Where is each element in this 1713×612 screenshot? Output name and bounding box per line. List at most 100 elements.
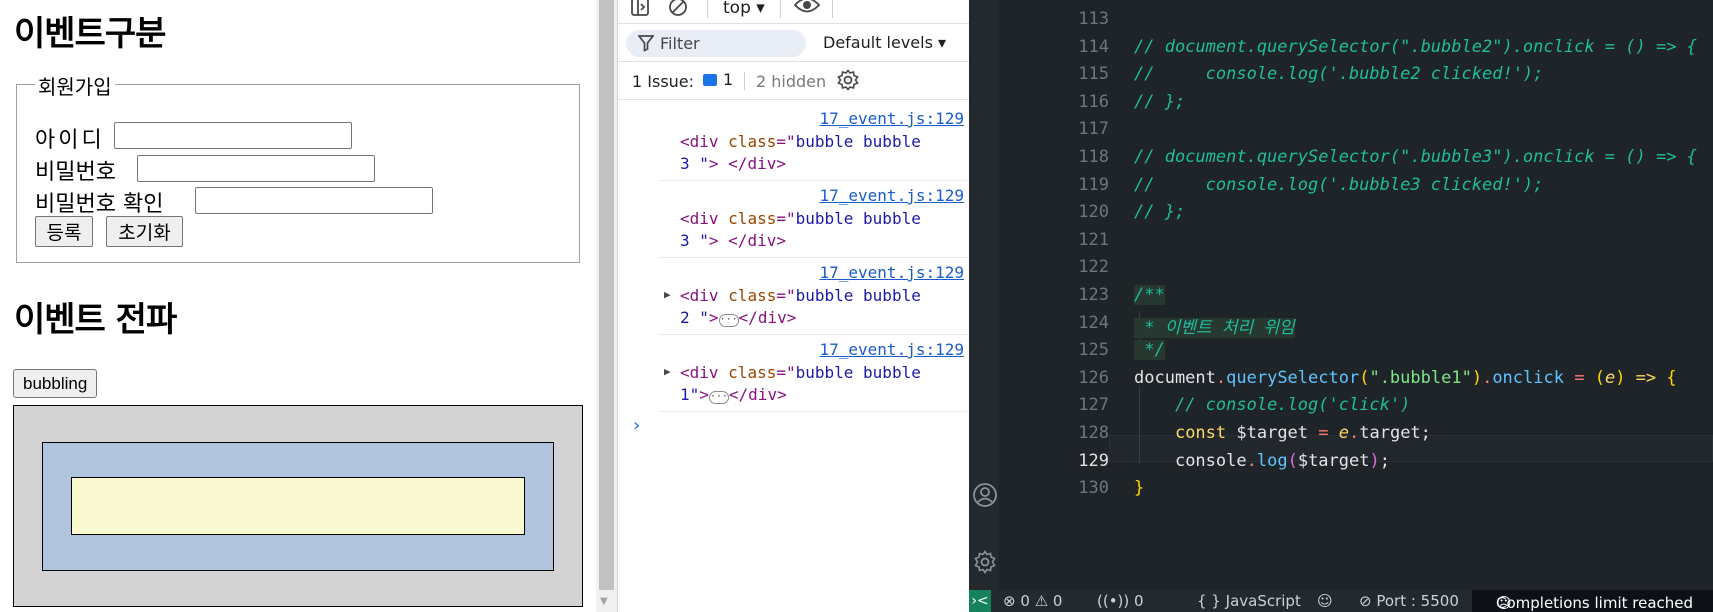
filter-icon [637, 34, 655, 56]
sidebar-toggle-icon[interactable] [630, 0, 650, 22]
ellipsis-icon[interactable]: ··· [708, 391, 729, 404]
password-confirm-label: 비밀번호 확인 [35, 192, 164, 217]
code-line[interactable]: // document.querySelector(".bubble2").on… [1134, 37, 1697, 57]
status-bar: ›< ⊗ 0 ⚠ 0 ((•)) 0 { } JavaScript ☺ ⊘ Po… [969, 590, 1713, 612]
log-element-line[interactable]: <div class="bubble bubble [680, 132, 921, 151]
bubble3-box[interactable] [71, 477, 525, 535]
live-server-port[interactable]: ⊘ Port : 5500 [1359, 592, 1459, 610]
log-element-line[interactable]: 2 ">···</div> [680, 308, 796, 327]
devtools-console: top ▾ Default levels ▾ 1 Issue: 1 2 hidd… [617, 0, 969, 612]
source-link[interactable]: 17_event.js:129 [820, 186, 965, 205]
expand-triangle-icon[interactable]: ▶ [664, 365, 671, 378]
remote-indicator[interactable]: ›< [969, 590, 991, 612]
issues-count-button[interactable]: 1 [703, 70, 733, 89]
issues-bar: 1 Issue: 1 2 hidden [618, 62, 969, 100]
manage-gear-icon[interactable] [973, 550, 996, 574]
code-line[interactable]: * 이벤트 처리 위임 [1134, 313, 1295, 338]
source-link[interactable]: 17_event.js:129 [820, 340, 965, 359]
console-log-entry: 17_event.js:129 <div class="bubble bubble… [658, 104, 969, 181]
code-line[interactable]: // }; [1134, 202, 1185, 222]
line-number: 115 [1078, 64, 1109, 85]
browser-page: 이벤트구분 회원가입 아이디 비밀번호 비밀번호 확인 등록 초기화 이벤트 전… [0, 0, 596, 612]
line-number: 129 [1078, 450, 1109, 471]
log-element-line[interactable]: <div class="bubble bubble [680, 209, 921, 228]
events-heading: 이벤트구분 [14, 14, 166, 54]
code-line[interactable]: const $target = e.target; [1134, 423, 1431, 443]
filter-box[interactable] [626, 30, 806, 57]
line-number: 128 [1078, 423, 1109, 443]
line-number: 114 [1078, 36, 1109, 57]
ports-indicator[interactable]: ((•)) 0 [1097, 592, 1144, 610]
settings-gear-icon[interactable] [837, 69, 859, 95]
clear-console-icon[interactable] [668, 0, 688, 22]
code-line[interactable]: /** [1134, 285, 1165, 305]
log-element-line[interactable]: 3 "> </div> [680, 231, 786, 250]
braces-icon: { } [1197, 592, 1221, 610]
log-element-line[interactable]: 3 "> </div> [680, 154, 786, 173]
console-log-entry: 17_event.js:129 ▶ <div class="bubble bubbl… [658, 335, 969, 412]
eye-icon[interactable] [793, 0, 821, 20]
line-number: 113 [1078, 9, 1109, 29]
id-label: 아이디 [35, 128, 105, 153]
source-link[interactable]: 17_event.js:129 [820, 263, 965, 282]
code-line[interactable]: document.querySelector(".bubble1").oncli… [1134, 368, 1677, 388]
line-number: 116 [1078, 91, 1109, 112]
password-input[interactable] [137, 155, 375, 182]
console-prompt[interactable]: › [633, 415, 640, 436]
line-number: 122 [1078, 257, 1109, 278]
line-number: 123 [1078, 285, 1109, 305]
broadcast-icon: ((•)) [1097, 592, 1130, 610]
code-line[interactable]: console.log($target); [1134, 451, 1390, 471]
code-line[interactable]: // console.log('.bubble3 clicked!'); [1134, 175, 1543, 195]
line-number: 130 [1078, 478, 1109, 499]
line-number: 117 [1078, 119, 1109, 140]
line-number: 126 [1078, 367, 1109, 388]
line-number: 125 [1078, 340, 1109, 361]
message-icon [703, 74, 717, 86]
code-line[interactable]: // console.log('click') [1134, 395, 1410, 415]
propagation-heading: 이벤트 전파 [14, 300, 177, 340]
line-number: 118 [1078, 147, 1109, 167]
copilot-icon[interactable]: ☺ [1317, 592, 1333, 610]
code-line[interactable]: */ [1134, 340, 1165, 361]
log-element-line[interactable]: <div class="bubble bubble [680, 363, 921, 382]
console-log-entry: 17_event.js:129 ▶ <div class="bubble bubbl… [658, 258, 969, 335]
problems-indicator[interactable]: ⊗ 0 ⚠ 0 [1003, 592, 1062, 610]
block-icon: ⊘ [1359, 592, 1372, 610]
completions-status[interactable]: ☹ Completions limit reached [1472, 590, 1713, 612]
line-number: 121 [1078, 229, 1109, 250]
context-selector[interactable]: top ▾ [723, 0, 765, 18]
page-scrollbar[interactable]: ▼ [596, 0, 617, 612]
line-number: 124 [1078, 312, 1109, 333]
log-element-line[interactable]: 1">···</div> [680, 385, 787, 404]
activity-bar [969, 0, 999, 590]
submit-button[interactable]: 등록 [35, 216, 93, 247]
id-input[interactable] [114, 122, 352, 149]
log-levels-dropdown[interactable]: Default levels ▾ [823, 33, 946, 52]
page-scrollbar-thumb[interactable] [599, 0, 614, 590]
line-number: 120 [1078, 202, 1109, 223]
reset-button[interactable]: 초기화 [106, 216, 183, 247]
console-log-entry: 17_event.js:129 <div class="bubble bubble… [658, 181, 969, 258]
code-line[interactable]: // console.log('.bubble2 clicked!'); [1134, 64, 1543, 84]
account-icon[interactable] [973, 483, 997, 507]
source-link[interactable]: 17_event.js:129 [820, 109, 965, 128]
warning-icon: ⚠ [1034, 592, 1049, 610]
log-element-line[interactable]: <div class="bubble bubble [680, 286, 921, 305]
password-label: 비밀번호 [35, 160, 116, 185]
code-line[interactable]: // }; [1134, 92, 1185, 112]
expand-triangle-icon[interactable]: ▶ [664, 288, 671, 301]
scroll-down-icon[interactable]: ▼ [600, 596, 608, 607]
ellipsis-icon[interactable]: ··· [718, 314, 739, 327]
bubbling-button[interactable]: bubbling [13, 369, 98, 398]
console-toolbar: top ▾ [618, 0, 969, 24]
code-line[interactable]: // document.querySelector(".bubble3").on… [1134, 147, 1697, 167]
issues-label: 1 Issue: [632, 72, 695, 91]
language-mode[interactable]: { } JavaScript [1197, 592, 1301, 610]
code-line[interactable]: } [1134, 478, 1144, 498]
signup-legend: 회원가입 [35, 71, 115, 100]
filter-input[interactable] [660, 34, 796, 53]
password-confirm-input[interactable] [195, 187, 433, 214]
line-number: 127 [1078, 395, 1109, 416]
editor-text-area[interactable]: 113 114 115 116 117 118 119 120 121 122 123 124 125 1… [999, 0, 1713, 590]
